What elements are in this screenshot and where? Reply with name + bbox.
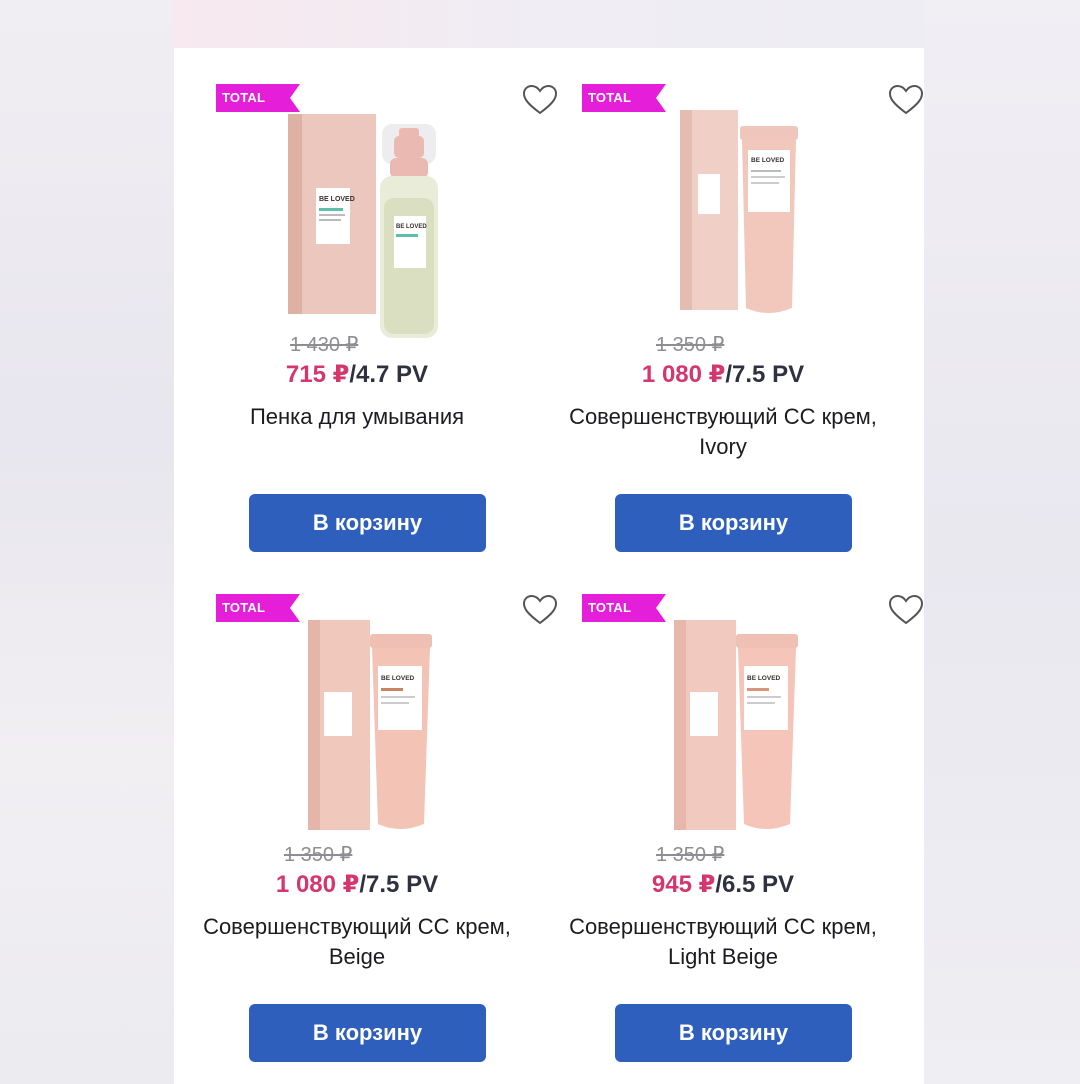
product-image: BE LOVED — [610, 108, 840, 348]
heart-icon[interactable] — [888, 84, 924, 116]
old-price: 1 350 ₽ — [284, 844, 353, 866]
pv-points: 6.5 PV — [722, 871, 795, 898]
old-price: 1 350 ₽ — [656, 844, 725, 866]
background-left — [0, 0, 174, 1084]
current-price: 1 080 ₽ — [641, 361, 726, 388]
add-to-cart-button[interactable]: В корзину — [615, 1004, 852, 1062]
product-image: BE LOVED BE LOVED — [244, 108, 474, 348]
add-to-cart-button[interactable]: В корзину — [249, 494, 486, 552]
product-title[interactable]: Совершенствующий СС крем, Ivory — [560, 402, 886, 462]
price-line: 945 ₽/6.5 PV — [540, 870, 906, 899]
product-card-cc-beige: TOTAL SALE BE LOVED 1 350 ₽ 1 080 ₽/7.5 … — [174, 558, 558, 1068]
pv-points: 7.5 PV — [366, 871, 439, 898]
product-image: BE LOVED — [244, 618, 474, 858]
product-card-cc-light-beige: TOTAL SALE BE LOVED 1 350 ₽ 945 ₽/6.5 PV… — [540, 558, 924, 1068]
tube-brand-text: BE LOVED — [751, 157, 785, 164]
old-price: 1 350 ₽ — [656, 334, 725, 356]
price-line: 1 080 ₽/7.5 PV — [540, 360, 906, 389]
heart-icon[interactable] — [888, 594, 924, 626]
price-line: 1 080 ₽/7.5 PV — [174, 870, 540, 899]
price-separator: / — [349, 361, 357, 388]
bottle-brand-text: BE LOVED — [396, 224, 427, 230]
pv-points: 7.5 PV — [732, 361, 805, 388]
product-image: BE LOVED — [610, 618, 840, 858]
current-price: 945 ₽ — [651, 871, 716, 898]
old-price: 1 430 ₽ — [290, 334, 359, 356]
add-to-cart-button[interactable]: В корзину — [249, 1004, 486, 1062]
product-title[interactable]: Совершенствующий СС крем, Beige — [194, 912, 520, 972]
box-brand-text: BE LOVED — [319, 196, 355, 203]
price-line: 715 ₽/4.7 PV — [174, 360, 540, 389]
add-to-cart-button[interactable]: В корзину — [615, 494, 852, 552]
current-price: 715 ₽ — [285, 361, 350, 388]
product-card-foam: TOTAL SALE BE LOVED BE LOVED 1 430 ₽ 715… — [174, 48, 558, 558]
product-grid: TOTAL SALE BE LOVED BE LOVED 1 430 ₽ 715… — [174, 48, 924, 1084]
background-right — [924, 0, 1080, 1084]
tube-brand-text: BE LOVED — [381, 675, 415, 682]
pv-points: 4.7 PV — [356, 361, 429, 388]
product-title[interactable]: Пенка для умывания — [194, 402, 520, 432]
product-title[interactable]: Совершенствующий СС крем, Light Beige — [560, 912, 886, 972]
tube-brand-text: BE LOVED — [747, 675, 781, 682]
background-top — [174, 0, 924, 48]
current-price: 1 080 ₽ — [275, 871, 360, 898]
product-card-cc-ivory: TOTAL SALE BE LOVED 1 350 ₽ 1 080 ₽/7.5 … — [540, 48, 924, 558]
price-separator: / — [715, 871, 723, 898]
